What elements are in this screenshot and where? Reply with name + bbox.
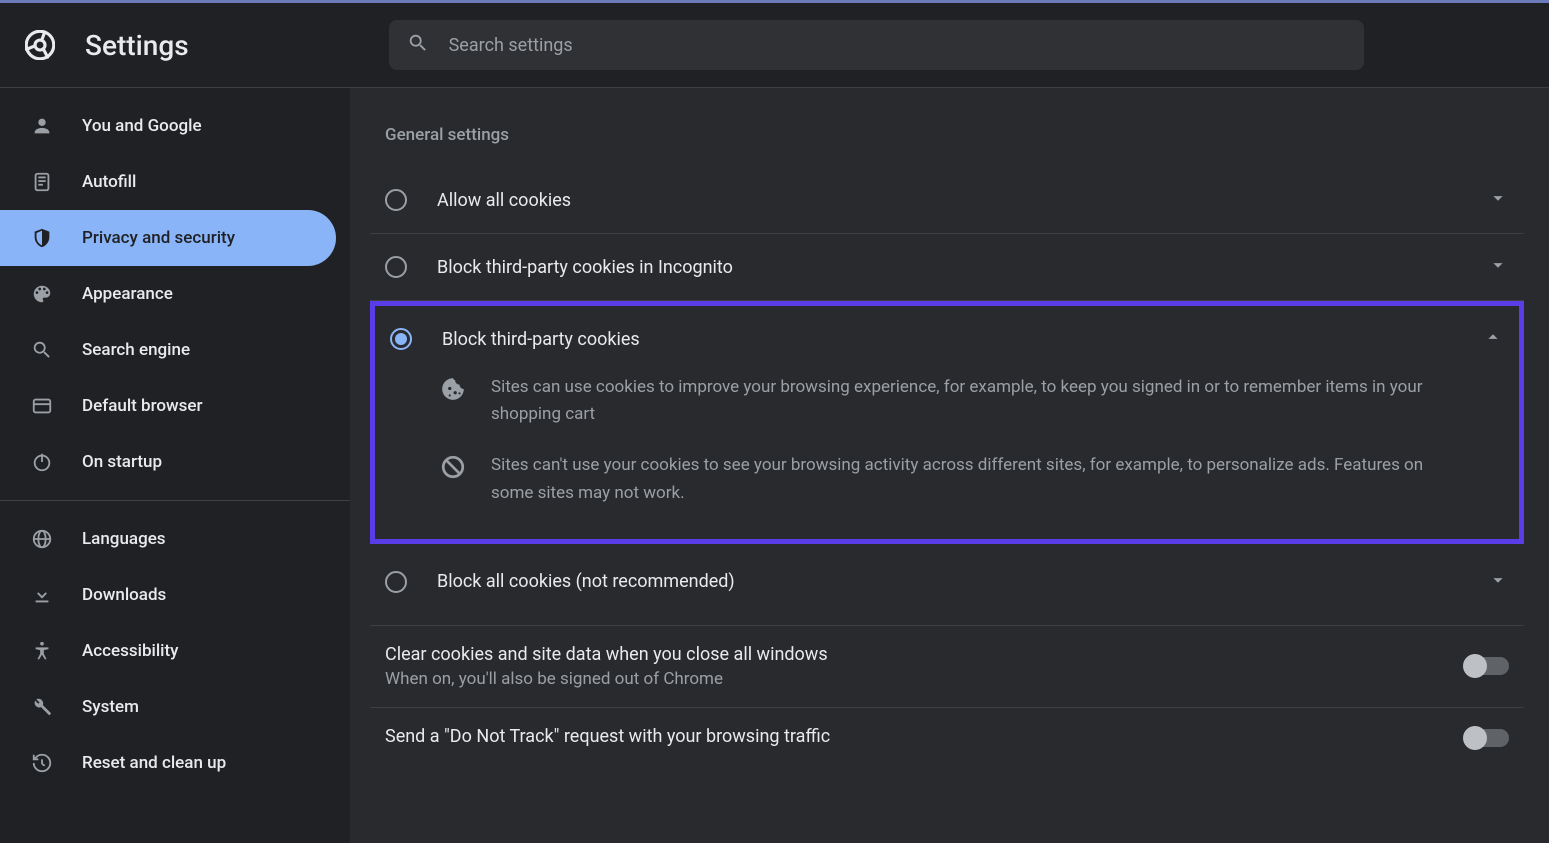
palette-icon (30, 283, 54, 305)
sidebar-item-label: Downloads (82, 585, 166, 605)
sidebar-item-languages[interactable]: Languages (0, 511, 336, 567)
setting-text: Send a "Do Not Track" request with your … (385, 726, 1465, 751)
main-panel: General settings Allow all cookies Block… (350, 88, 1549, 843)
sidebar-item-downloads[interactable]: Downloads (0, 567, 336, 623)
radio-icon (385, 571, 407, 593)
content: General settings Allow all cookies Block… (370, 113, 1524, 769)
option-block-third-party[interactable]: Block third-party cookies (375, 306, 1519, 362)
search-icon (30, 339, 54, 361)
sidebar-section-secondary: Languages Downloads Accessibility System… (0, 500, 350, 801)
sidebar-item-label: Search engine (82, 340, 190, 360)
sidebar-item-search-engine[interactable]: Search engine (0, 322, 336, 378)
setting-do-not-track: Send a "Do Not Track" request with your … (370, 707, 1524, 769)
restore-icon (30, 752, 54, 774)
search-box[interactable] (389, 20, 1364, 70)
radio-icon (390, 328, 412, 350)
radio-icon (385, 256, 407, 278)
option-allow-all-cookies[interactable]: Allow all cookies (370, 167, 1524, 234)
header: Settings (0, 3, 1549, 88)
sidebar-item-label: Appearance (82, 284, 173, 304)
sidebar-item-label: On startup (82, 452, 162, 472)
sidebar-item-accessibility[interactable]: Accessibility (0, 623, 336, 679)
option-label: Block third-party cookies (442, 329, 1482, 350)
chevron-down-icon (1487, 254, 1509, 280)
detail-row: Sites can't use your cookies to see your… (375, 440, 1519, 518)
setting-text: Clear cookies and site data when you clo… (385, 644, 1465, 689)
option-label: Allow all cookies (437, 190, 1487, 211)
sidebar-section-primary: You and Google Autofill Privacy and secu… (0, 88, 350, 500)
globe-icon (30, 528, 54, 550)
sidebar-item-appearance[interactable]: Appearance (0, 266, 336, 322)
person-icon (30, 115, 54, 137)
sidebar-item-label: Privacy and security (82, 228, 235, 248)
download-icon (30, 584, 54, 606)
chevron-down-icon (1487, 569, 1509, 595)
highlighted-option-box: Block third-party cookies Sites can use … (370, 301, 1524, 544)
accessibility-icon (30, 640, 54, 662)
setting-title: Clear cookies and site data when you clo… (385, 644, 1465, 665)
option-block-third-party-incognito[interactable]: Block third-party cookies in Incognito (370, 234, 1524, 301)
power-icon (30, 451, 54, 473)
sidebar-item-reset[interactable]: Reset and clean up (0, 735, 336, 791)
detail-text: Sites can use cookies to improve your br… (491, 374, 1469, 428)
radio-icon (385, 189, 407, 211)
search-input[interactable] (449, 35, 1346, 56)
chevron-down-icon (1487, 187, 1509, 213)
sidebar-item-autofill[interactable]: Autofill (0, 154, 336, 210)
toggle-switch[interactable] (1465, 729, 1509, 747)
wrench-icon (30, 696, 54, 718)
sidebar-item-label: You and Google (82, 116, 202, 136)
autofill-icon (30, 171, 54, 193)
sidebar-item-label: Default browser (82, 396, 203, 416)
block-icon (440, 454, 466, 484)
setting-subtitle: When on, you'll also be signed out of Ch… (385, 669, 1465, 689)
chrome-logo-icon (25, 30, 55, 60)
sidebar-item-privacy-security[interactable]: Privacy and security (0, 210, 336, 266)
layout: You and Google Autofill Privacy and secu… (0, 88, 1549, 843)
option-label: Block all cookies (not recommended) (437, 571, 1487, 592)
option-label: Block third-party cookies in Incognito (437, 257, 1487, 278)
sidebar-item-label: Reset and clean up (82, 753, 226, 773)
chevron-up-icon (1482, 326, 1504, 352)
page-title: Settings (85, 29, 189, 62)
section-heading: General settings (370, 113, 1524, 167)
setting-title: Send a "Do Not Track" request with your … (385, 726, 1465, 747)
shield-icon (30, 227, 54, 249)
browser-icon (30, 395, 54, 417)
sidebar-item-label: Autofill (82, 172, 136, 192)
sidebar-item-default-browser[interactable]: Default browser (0, 378, 336, 434)
detail-row: Sites can use cookies to improve your br… (375, 362, 1519, 440)
setting-clear-cookies-on-close: Clear cookies and site data when you clo… (370, 625, 1524, 707)
search-icon (407, 32, 449, 58)
sidebar-item-label: Languages (82, 529, 166, 549)
cookie-icon (440, 376, 466, 406)
sidebar-item-label: Accessibility (82, 641, 179, 661)
option-block-all-cookies[interactable]: Block all cookies (not recommended) (370, 549, 1524, 615)
sidebar-item-you-and-google[interactable]: You and Google (0, 98, 336, 154)
sidebar-item-system[interactable]: System (0, 679, 336, 735)
toggle-switch[interactable] (1465, 657, 1509, 675)
sidebar-item-label: System (82, 697, 139, 717)
sidebar-item-on-startup[interactable]: On startup (0, 434, 336, 490)
sidebar: You and Google Autofill Privacy and secu… (0, 88, 350, 843)
detail-text: Sites can't use your cookies to see your… (491, 452, 1469, 506)
